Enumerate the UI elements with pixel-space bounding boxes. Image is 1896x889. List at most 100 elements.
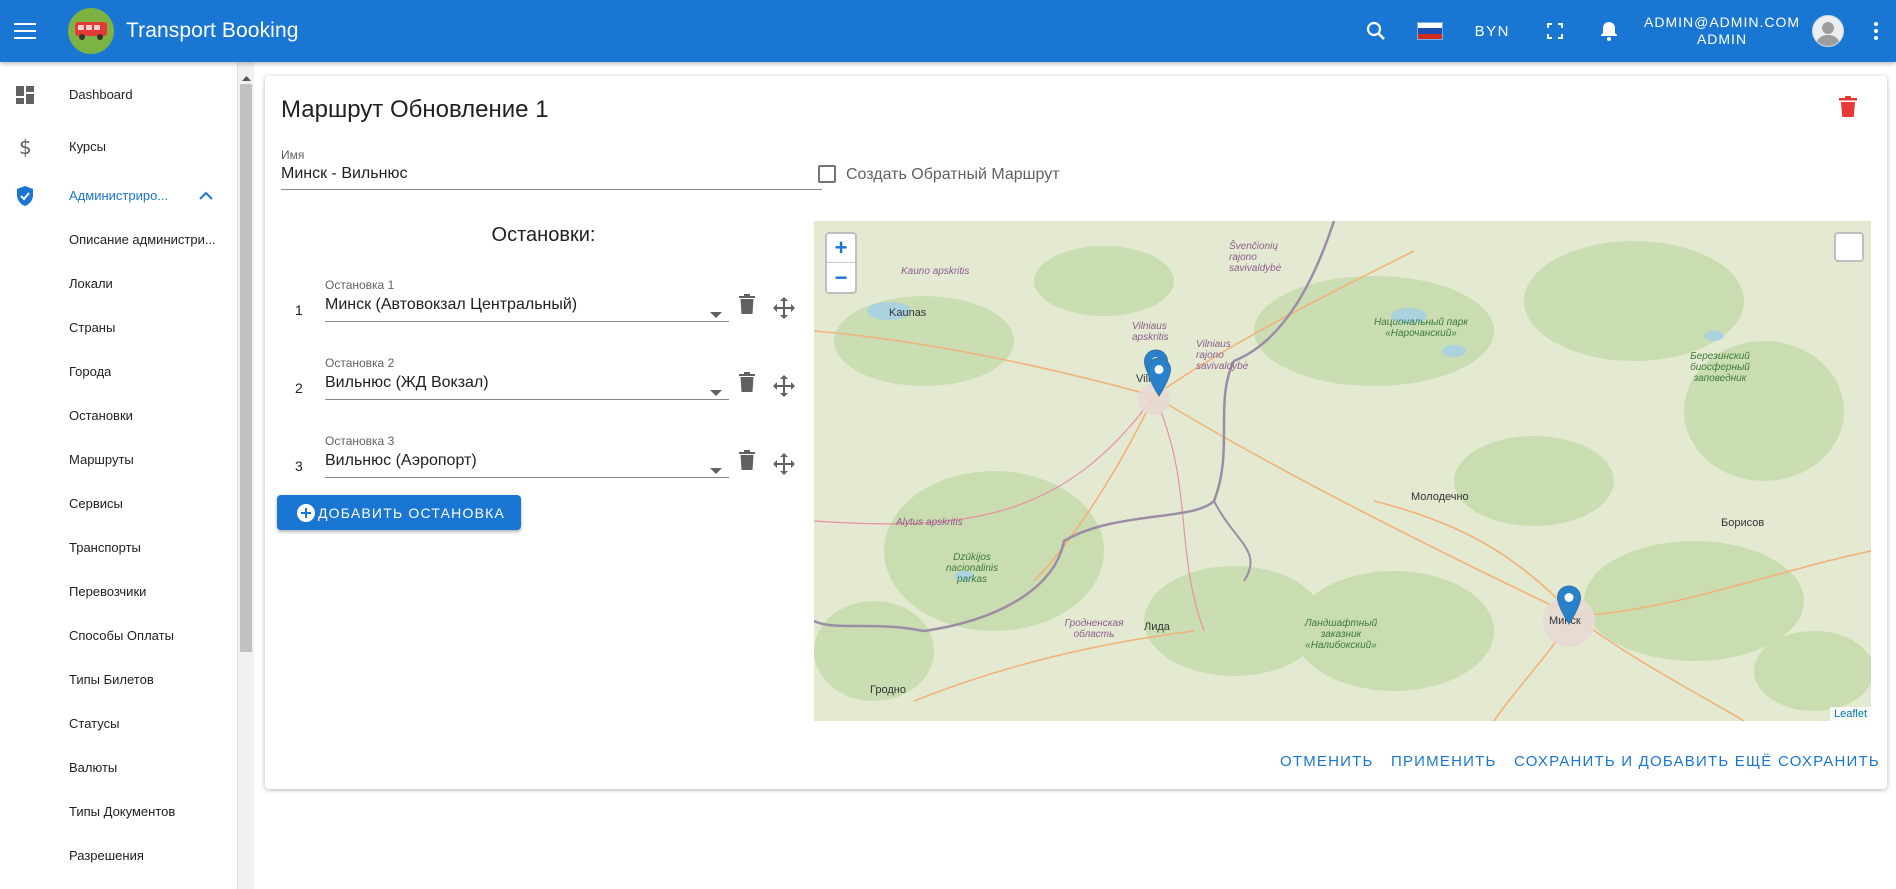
sidebar-item-label: Разрешения (69, 847, 144, 863)
sidebar-item-label: Сервисы (69, 495, 123, 511)
sidebar-item-label: Локали (69, 275, 113, 291)
sidebar-item-services[interactable]: Сервисы (0, 488, 237, 518)
form-actions: ОТМЕНИТЬ ПРИМЕНИТЬ СОХРАНИТЬ И ДОБАВИТЬ … (265, 753, 1887, 773)
map-label-alytus: Alytus apskritis (896, 517, 963, 528)
sidebar-item-administration[interactable]: Администриро... (0, 180, 237, 210)
sidebar-item-label: Типы Документов (69, 803, 176, 819)
map-marker-icon[interactable] (1146, 357, 1172, 397)
stop-underline (325, 321, 729, 322)
sidebar-item-label: Маршруты (69, 451, 134, 467)
sidebar-item-cities[interactable]: Города (0, 356, 237, 386)
map-label-grodno: Гродно (870, 684, 906, 696)
sidebar-item-statuses[interactable]: Статусы (0, 708, 237, 738)
user-name: ADMIN (1696, 31, 1748, 47)
zoom-in-button[interactable]: + (827, 234, 855, 263)
add-circle-icon (297, 503, 315, 522)
sidebar-item-ticket-types[interactable]: Типы Билетов (0, 664, 237, 694)
user-email: ADMIN@ADMIN.COM (1644, 14, 1800, 30)
delete-stop-icon[interactable] (739, 450, 755, 475)
apply-button[interactable]: ПРИМЕНИТЬ (1391, 753, 1497, 770)
map-label-vilnius-region: Vilniaus apskritis (1132, 321, 1169, 343)
delete-route-icon[interactable] (1839, 96, 1863, 122)
sidebar-item-label: Dashboard (69, 86, 133, 102)
name-input[interactable]: Минск - Вильнюс (281, 165, 407, 183)
sidebar-item-admin-description[interactable]: Описание администри... (0, 224, 237, 254)
zoom-out-button[interactable]: − (827, 263, 855, 292)
map-label-kaunas: Kaunas (889, 307, 927, 319)
map-layer-control[interactable] (1834, 232, 1864, 262)
reverse-route-checkbox[interactable] (818, 165, 836, 183)
sidebar-item-label: Курсы (69, 138, 107, 154)
sidebar-item-countries[interactable]: Страны (0, 312, 237, 342)
map-label-naliboki: Ландшафтный заказник «Налибокский» (1304, 618, 1378, 651)
sidebar-item-stops[interactable]: Остановки (0, 400, 237, 430)
map-label-vilnius-district: Vilniaus rajono savivaldybė (1196, 339, 1249, 372)
more-vert-icon[interactable] (1856, 0, 1896, 62)
user-info[interactable]: ADMIN@ADMIN.COM ADMIN (1644, 14, 1800, 48)
map-label-borisov: Борисов (1721, 517, 1765, 529)
russian-flag-icon[interactable] (1403, 0, 1457, 62)
map-marker-icon[interactable] (1556, 585, 1582, 625)
map-label-berezinsky: Березинский биосферный заповедник (1690, 351, 1750, 384)
sidebar-item-document-types[interactable]: Типы Документов (0, 796, 237, 826)
add-stop-button[interactable]: ДОБАВИТЬ ОСТАНОВКА (277, 495, 521, 530)
sidebar-item-label: Администриро... (69, 187, 169, 203)
stop-select[interactable]: Вильнюс (Аэропорт) (325, 452, 477, 470)
map-label-lida: Лида (1144, 621, 1170, 633)
map-label-naroch: Национальный парк «Нарочанский» (1373, 317, 1469, 339)
stops-title: Остановки: (491, 224, 596, 246)
delete-stop-icon[interactable] (739, 372, 755, 397)
map-label-molodechno: Молодечно (1411, 491, 1469, 503)
drag-move-icon[interactable] (773, 297, 795, 324)
sidebar-item-currencies[interactable]: Валюты (0, 752, 237, 782)
drag-move-icon[interactable] (773, 453, 795, 480)
cancel-button[interactable]: ОТМЕНИТЬ (1280, 753, 1374, 770)
shield-check-icon (14, 185, 36, 207)
page-title: Маршрут Обновление 1 (281, 96, 549, 123)
sidebar-item-label: Статусы (69, 715, 120, 731)
save-button[interactable]: СОХРАНИТЬ (1778, 753, 1880, 770)
stop-number: 1 (295, 302, 303, 318)
sidebar-item-dashboard[interactable]: Dashboard (0, 79, 237, 109)
sidebar-item-routes[interactable]: Маршруты (0, 444, 237, 474)
scrollbar-thumb[interactable] (240, 84, 252, 652)
fullscreen-icon[interactable] (1528, 0, 1582, 62)
sidebar-item-locales[interactable]: Локали (0, 268, 237, 298)
menu-icon[interactable] (0, 0, 50, 62)
map-attribution-link[interactable]: Leaflet (1829, 707, 1871, 721)
sidebar-item-label: Способы Оплаты (69, 627, 174, 643)
map-label-svencionys: Švenčionių rajono savivaldybė (1229, 241, 1282, 274)
stop-number: 3 (295, 458, 303, 474)
add-stop-label: ДОБАВИТЬ ОСТАНОВКА (318, 504, 506, 521)
sidebar-item-label: Валюты (69, 759, 118, 775)
currency-selector[interactable]: BYN (1457, 23, 1528, 40)
dollar-icon: $ (14, 136, 36, 158)
delete-stop-icon[interactable] (739, 294, 755, 319)
sidebar-item-payment-methods[interactable]: Способы Оплаты (0, 620, 237, 650)
sidebar-item-courses[interactable]: $ Курсы (0, 131, 237, 161)
sidebar: Dashboard $ Курсы Администриро... Описан… (0, 62, 237, 889)
stop-number: 2 (295, 380, 303, 396)
route-map[interactable]: Kauno apskritis Kaunas Vilniaus apskriti… (814, 221, 1871, 721)
name-underline (281, 189, 822, 190)
svg-text:$: $ (19, 136, 32, 158)
save-and-add-button[interactable]: СОХРАНИТЬ И ДОБАВИТЬ ЕЩЁ (1514, 753, 1772, 770)
reverse-route-label[interactable]: Создать Обратный Маршрут (846, 166, 1060, 184)
stop-select[interactable]: Вильнюс (ЖД Вокзал) (325, 374, 489, 392)
notifications-icon[interactable] (1582, 0, 1636, 62)
sidebar-item-label: Описание администри... (69, 231, 216, 247)
search-icon[interactable] (1349, 0, 1403, 62)
drag-move-icon[interactable] (773, 375, 795, 402)
map-label-dzukija: Dzūkijos nacionalinis parkas (945, 552, 999, 585)
stop-select[interactable]: Минск (Автовокзал Центральный) (325, 296, 577, 314)
sidebar-item-permissions[interactable]: Разрешения (0, 840, 237, 870)
dashboard-icon (14, 84, 36, 106)
sidebar-item-label: Перевозчики (69, 583, 147, 599)
sidebar-scrollbar[interactable] (237, 62, 254, 889)
chevron-up-icon[interactable] (199, 189, 213, 204)
sidebar-item-carriers[interactable]: Перевозчики (0, 576, 237, 606)
avatar-icon[interactable] (1812, 15, 1844, 47)
sidebar-item-label: Города (69, 363, 112, 379)
sidebar-item-transports[interactable]: Транспорты (0, 532, 237, 562)
sidebar-item-label: Страны (69, 319, 116, 335)
